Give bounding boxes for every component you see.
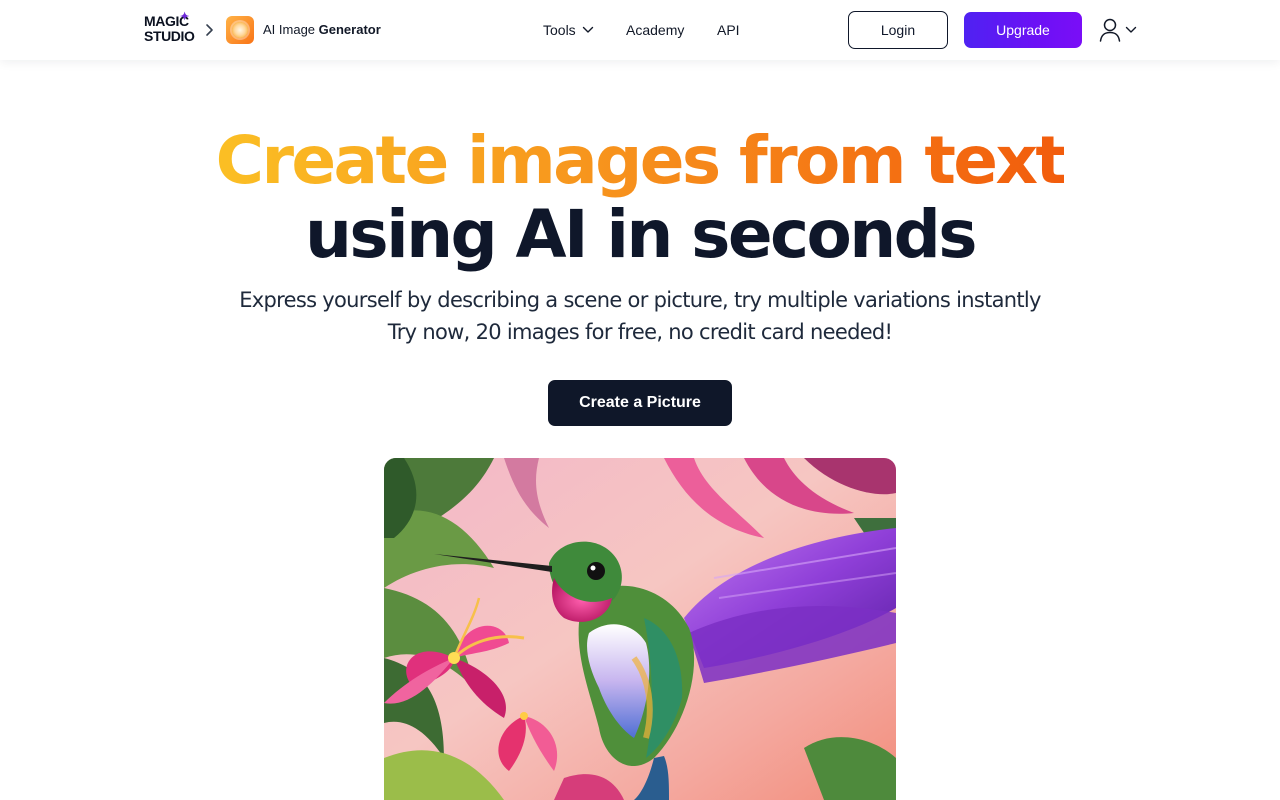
nav-tools-label: Tools [543,22,576,38]
create-picture-button[interactable]: Create a Picture [548,380,732,426]
sparkle-icon: ✦ [180,11,189,23]
app-name[interactable]: AI Image Generator [263,22,381,38]
logo-line-2: STUDIO [144,28,195,44]
login-button[interactable]: Login [848,11,948,49]
top-navbar: MAGIC STUDIO ✦ AI Image Generator Tools … [0,0,1280,60]
chevron-down-icon [582,26,593,33]
chevron-right-icon [206,24,213,36]
hero-headline-accent: Create images from text [0,122,1280,200]
nav-api[interactable]: API [717,20,740,40]
hummingbird-showcase-image [384,458,896,800]
nav-tools[interactable]: Tools [543,20,594,40]
nav-academy[interactable]: Academy [626,20,684,40]
app-name-bold: Generator [318,22,381,37]
upgrade-button[interactable]: Upgrade [964,12,1082,48]
hero-subtitle-1: Express yourself by describing a scene o… [239,288,1041,312]
user-icon [1099,18,1121,42]
chevron-down-icon [1125,26,1137,33]
magic-studio-logo[interactable]: MAGIC STUDIO ✦ [144,11,196,48]
user-menu[interactable] [1098,17,1138,43]
app-name-light: AI Image [263,22,319,37]
ai-image-generator-icon[interactable] [226,16,254,44]
hero-headline: using AI in seconds [305,196,978,273]
hero-subtitle-2: Try now, 20 images for free, no credit c… [387,320,893,344]
hero-headline-accent-text: Create images from text [215,122,1067,199]
